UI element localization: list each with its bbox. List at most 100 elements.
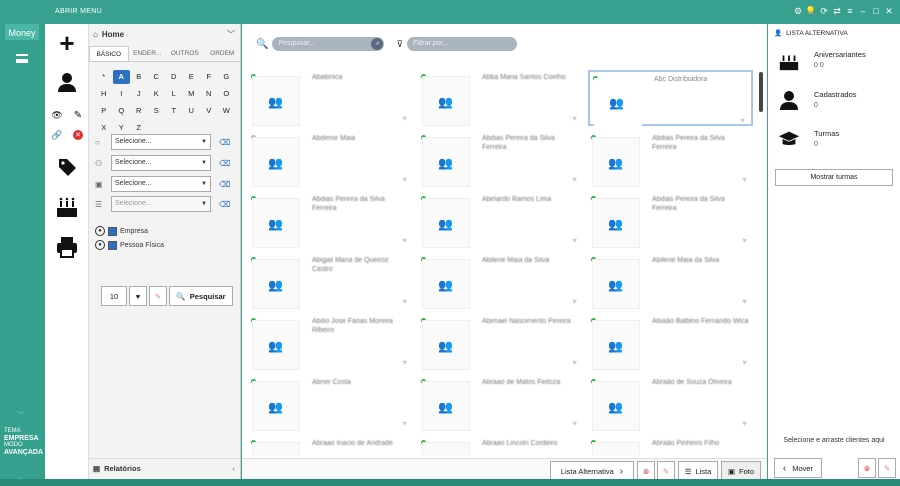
letter-button[interactable]: T [165,104,183,118]
letter-button[interactable]: X [95,121,113,135]
search-button[interactable]: 🔍 Pesquisar [169,286,233,306]
person-icon[interactable] [55,70,79,94]
contact-card[interactable]: 👥 Abdias Pereira da Silva Ferreira ♥ [588,192,753,248]
contact-card[interactable]: 👥 Abc Distribuidora ♥ [588,70,753,128]
contact-card[interactable]: 👥Abraao Lincoln Cordeiro♥ [418,436,583,456]
tab-endereco[interactable]: ENDER... [129,46,167,61]
contact-card[interactable]: 👥 Abdias Pereira da Silva Ferreira ♥ [248,192,413,248]
filter-header[interactable]: ⌂ Home ﹀ [89,24,241,44]
eraser-icon[interactable]: ⌫ [219,159,230,168]
eye-icon[interactable]: 👁 [50,110,64,120]
heart-icon[interactable]: ♥ [742,175,747,184]
heart-icon[interactable]: ♥ [402,236,407,245]
contact-card[interactable]: 👥 Abdemir Maia ♥ [248,131,413,187]
list-view-button[interactable]: ☰ Lista [678,461,718,481]
contact-card[interactable]: 👥Abraão Pinheiro Filho♥ [588,436,753,456]
menu-lines-icon[interactable]: ≡ [845,5,855,17]
letter-button[interactable]: R [130,104,148,118]
heart-icon[interactable]: ♥ [742,236,747,245]
heart-icon[interactable]: ♥ [572,419,577,428]
heart-icon[interactable]: ♥ [402,419,407,428]
letter-button[interactable]: G [218,70,236,84]
checkbox[interactable] [108,226,117,236]
contact-card[interactable]: 👥 Abilene Maia da Silva ♥ [588,253,753,309]
page-size-input[interactable]: 10 [101,286,127,306]
heart-icon[interactable]: ♥ [740,116,745,125]
letter-button[interactable]: E [183,70,201,84]
eraser-button[interactable]: ✎ [657,461,675,481]
letter-button[interactable]: U [183,104,201,118]
tag-icon[interactable] [55,155,79,179]
show-classes-button[interactable]: Mostrar turmas [775,169,893,186]
person-checkbox[interactable]: ● Pessoa Física [95,240,164,250]
heart-icon[interactable]: ♥ [572,236,577,245]
tab-outros[interactable]: OUTROS [166,46,204,61]
contact-card[interactable]: 👥 Abiaão Balbino Fernando Wica ♥ [588,314,753,370]
heart-icon[interactable]: ♥ [402,297,407,306]
eraser-button[interactable]: ✎ [149,286,167,306]
gear-icon[interactable]: ⚙ [793,5,803,17]
contact-card[interactable]: 👥 Abba Maria Santos Coelho ♥ [418,70,583,126]
letter-button[interactable]: Y [113,121,131,135]
letter-button[interactable]: P [95,104,113,118]
minimize-icon[interactable]: – [858,5,868,17]
heart-icon[interactable]: ♥ [572,358,577,367]
letter-button[interactable]: M [183,87,201,101]
classes-item[interactable]: Turmas 0 [776,125,896,157]
chevron-left-icon[interactable]: ‹ [233,464,236,473]
letter-button[interactable]: C [148,70,166,84]
contact-card[interactable]: 👥 Abilio Jose Farias Moreira Ribeiro ♥ [248,314,413,370]
lightbulb-icon[interactable]: 💡 [805,5,816,17]
select-3[interactable]: Selecione... [111,176,211,192]
tab-ordem[interactable]: ORDEM [204,46,242,61]
heart-icon[interactable]: ♥ [572,175,577,184]
link-icon[interactable]: 🔗 [50,130,64,140]
move-button[interactable]: ‹ Mover [774,458,822,478]
letter-button[interactable]: W [218,104,236,118]
chevron-down-icon[interactable]: ﹀ [17,410,25,421]
tab-basico[interactable]: BÁSICO [89,46,129,61]
pencil-icon[interactable]: ✎ [72,110,84,121]
close-icon[interactable]: ✕ [884,5,894,17]
select-2[interactable]: Selecione... [111,155,211,171]
scrollbar[interactable] [759,72,763,112]
letter-button[interactable]: D [165,70,183,84]
heart-icon[interactable]: ♥ [742,297,747,306]
company-checkbox[interactable]: ● Empresa [95,226,148,236]
letter-button[interactable]: B [130,70,148,84]
contact-card[interactable]: 👥 Abdias Pereira da Silva Ferreira ♥ [418,131,583,187]
heart-icon[interactable]: ♥ [742,358,747,367]
birthdays-item[interactable]: Aniversariantes 0 0 [776,46,896,78]
printer-icon[interactable] [54,234,80,260]
reports-bar[interactable]: ▤ Relatórios ‹ [89,458,241,478]
heart-icon[interactable]: ♥ [572,297,577,306]
contact-card[interactable]: 👥 Abdias Pereira da Silva Ferreira ♥ [588,131,753,187]
delete-icon[interactable]: ✕ [73,130,83,140]
select-4[interactable]: Selecione... [111,196,211,212]
heart-icon[interactable]: ♥ [742,419,747,428]
eraser-button[interactable]: ✎ [878,458,896,478]
heart-icon[interactable]: ♥ [402,175,407,184]
hamburger-icon[interactable] [16,54,28,63]
contact-card[interactable]: 👥 Abelardo Ramos Lima ♥ [418,192,583,248]
maximize-icon[interactable]: □ [871,5,881,17]
chevron-down-icon[interactable]: ﹀ [227,29,235,40]
letter-button[interactable]: K [148,87,166,101]
letter-button[interactable]: S [148,104,166,118]
letter-button[interactable]: Q [113,104,131,118]
heart-icon[interactable]: ♥ [402,114,407,123]
contact-card[interactable]: 👥 Abraao de Matos Feitoza ♥ [418,375,583,431]
filter-input[interactable]: Filtrar por... [407,37,518,51]
delete-icon[interactable]: ⊗ [858,458,876,478]
add-icon[interactable]: + [54,28,80,58]
search-input[interactable]: Pesquisar... ⌕ [272,37,385,51]
heart-icon[interactable]: ♥ [572,114,577,123]
eraser-icon[interactable]: ⌫ [219,138,230,147]
contact-card[interactable]: 👥 Abner Costa ♥ [248,375,413,431]
contact-card[interactable]: 👥 Abraão de Souza Oliveira ♥ [588,375,753,431]
registered-item[interactable]: Cadastrados 0 [776,86,896,118]
search-go-icon[interactable]: ⌕ [371,38,384,50]
delete-icon[interactable]: ⊗ [637,461,655,481]
letter-button[interactable]: L [165,87,183,101]
open-menu-label[interactable]: ABRIR MENU [55,8,102,15]
